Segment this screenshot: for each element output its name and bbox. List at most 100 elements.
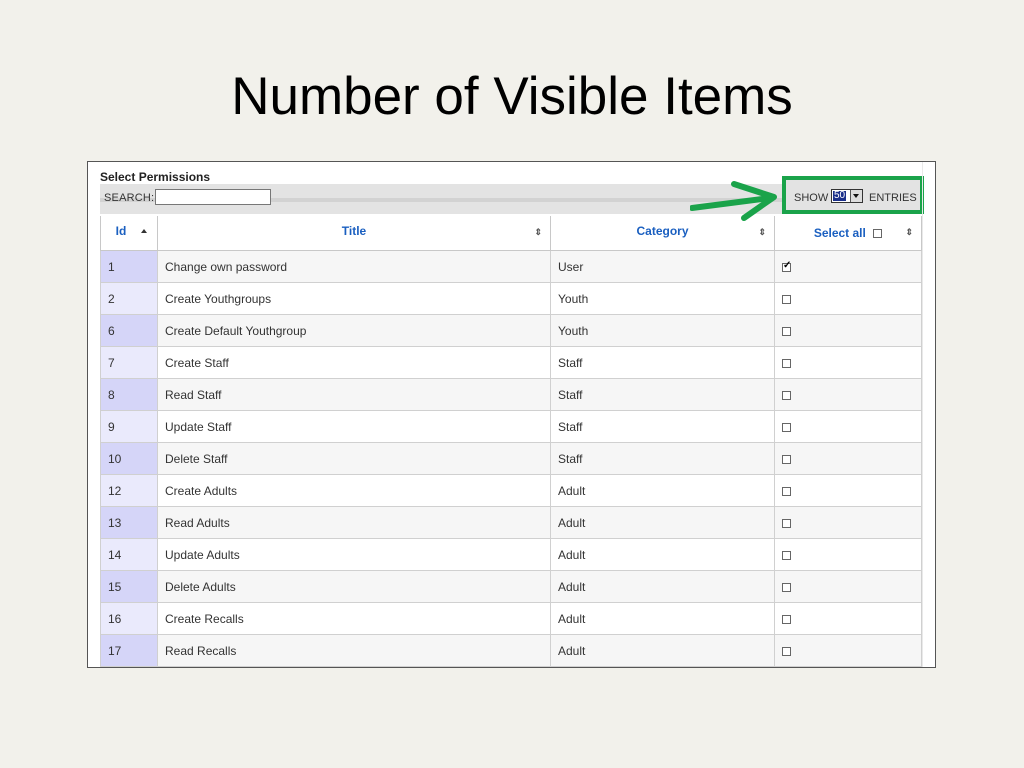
table-row[interactable]: 14 Update Adults Adult (100, 538, 922, 571)
table-row[interactable]: 12 Create Adults Adult (100, 474, 922, 507)
cell-category: Adult (550, 602, 775, 635)
table-row[interactable]: 6 Create Default Youthgroup Youth (100, 314, 922, 347)
slide-title: Number of Visible Items (231, 67, 793, 126)
select-all-checkbox[interactable] (873, 229, 883, 239)
cell-category: Adult (550, 506, 775, 539)
row-select-checkbox[interactable] (782, 260, 791, 272)
table-row[interactable]: 8 Read Staff Staff (100, 378, 922, 411)
column-header-id-label: Id (115, 224, 127, 238)
table-row[interactable]: 16 Create Recalls Adult (100, 602, 922, 635)
permissions-table: Id Title ⇕ Category ⇕ Select all ⇕ 1 Cha… (100, 216, 922, 667)
row-select-checkbox[interactable] (782, 646, 791, 656)
panel-scroll-edge (922, 162, 923, 667)
column-header-id[interactable]: Id (100, 216, 158, 251)
cell-id: 15 (100, 570, 158, 603)
sort-both-icon: ⇕ (758, 227, 766, 237)
cell-category: Staff (550, 410, 775, 443)
cell-title: Create Adults (157, 474, 551, 507)
select-all-wrap: Select all (813, 226, 883, 240)
sort-both-icon: ⇕ (905, 227, 913, 237)
table-header-row: Id Title ⇕ Category ⇕ Select all ⇕ (100, 216, 922, 251)
cell-id: 14 (100, 538, 158, 571)
table-row[interactable]: 1 Change own password User (100, 250, 922, 283)
cell-category: Adult (550, 538, 775, 571)
cell-category: User (550, 250, 775, 283)
row-select-checkbox[interactable] (782, 294, 791, 304)
search-input[interactable] (155, 189, 271, 205)
search-label: SEARCH: (104, 192, 155, 204)
cell-select (774, 602, 922, 635)
row-select-checkbox[interactable] (782, 358, 791, 368)
row-select-checkbox[interactable] (782, 518, 791, 528)
row-select-checkbox[interactable] (782, 550, 791, 560)
row-select-checkbox[interactable] (782, 614, 791, 624)
cell-id: 16 (100, 602, 158, 635)
cell-title: Update Staff (157, 410, 551, 443)
cell-select (774, 282, 922, 315)
cell-category: Youth (550, 282, 775, 315)
cell-select (774, 634, 922, 667)
row-select-checkbox[interactable] (782, 390, 791, 400)
select-all-label: Select all (813, 226, 866, 240)
column-header-select-all[interactable]: Select all ⇕ (774, 216, 922, 251)
table-row[interactable]: 7 Create Staff Staff (100, 346, 922, 379)
cell-select (774, 250, 922, 283)
cell-id: 1 (100, 250, 158, 283)
row-select-checkbox[interactable] (782, 454, 791, 464)
cell-title: Delete Staff (157, 442, 551, 475)
cell-title: Delete Adults (157, 570, 551, 603)
cell-select (774, 346, 922, 379)
cell-title: Create Default Youthgroup (157, 314, 551, 347)
table-row[interactable]: 13 Read Adults Adult (100, 506, 922, 539)
row-select-checkbox[interactable] (782, 486, 791, 496)
cell-title: Update Adults (157, 538, 551, 571)
sort-both-icon: ⇕ (534, 227, 542, 237)
table-row[interactable]: 10 Delete Staff Staff (100, 442, 922, 475)
table-row[interactable]: 15 Delete Adults Adult (100, 570, 922, 603)
cell-title: Read Recalls (157, 634, 551, 667)
cell-id: 6 (100, 314, 158, 347)
row-select-checkbox[interactable] (782, 582, 791, 592)
entries-per-page-value: 50 (833, 190, 847, 201)
green-arrow-pointer (690, 181, 777, 221)
cell-id: 2 (100, 282, 158, 315)
cell-select (774, 570, 922, 603)
cell-title: Change own password (157, 250, 551, 283)
cell-id: 12 (100, 474, 158, 507)
panel-title: Select Permissions (100, 170, 211, 184)
cell-title: Create Youthgroups (157, 282, 551, 315)
cell-select (774, 378, 922, 411)
entries-per-page-select[interactable]: 50 (831, 189, 863, 203)
table-body: 1Change own passwordUser2Create Youthgro… (100, 250, 922, 667)
cell-select (774, 314, 922, 347)
entries-length-highlight: SHOW 50 ENTRIES (782, 176, 924, 214)
column-header-category-label: Category (636, 224, 689, 238)
row-select-checkbox[interactable] (782, 422, 791, 432)
cell-id: 10 (100, 442, 158, 475)
cell-id: 9 (100, 410, 158, 443)
column-header-title[interactable]: Title ⇕ (157, 216, 551, 251)
cell-category: Adult (550, 634, 775, 667)
cell-select (774, 410, 922, 443)
table-row[interactable]: 2 Create Youthgroups Youth (100, 282, 922, 315)
cell-title: Create Staff (157, 346, 551, 379)
sort-ascending-icon (141, 229, 147, 233)
cell-id: 7 (100, 346, 158, 379)
cell-category: Staff (550, 442, 775, 475)
cell-title: Create Recalls (157, 602, 551, 635)
column-header-title-label: Title (341, 224, 367, 238)
cell-category: Youth (550, 314, 775, 347)
cell-select (774, 442, 922, 475)
cell-id: 17 (100, 634, 158, 667)
cell-select (774, 506, 922, 539)
cell-select (774, 474, 922, 507)
cell-title: Read Staff (157, 378, 551, 411)
permissions-panel: Select Permissions SEARCH: SHOW 50 ENTRI… (87, 161, 936, 668)
chevron-down-icon[interactable] (850, 190, 862, 202)
cell-category: Adult (550, 570, 775, 603)
cell-title: Read Adults (157, 506, 551, 539)
row-select-checkbox[interactable] (782, 326, 791, 336)
table-row[interactable]: 17 Read Recalls Adult (100, 634, 922, 667)
table-row[interactable]: 9 Update Staff Staff (100, 410, 922, 443)
cell-category: Adult (550, 474, 775, 507)
